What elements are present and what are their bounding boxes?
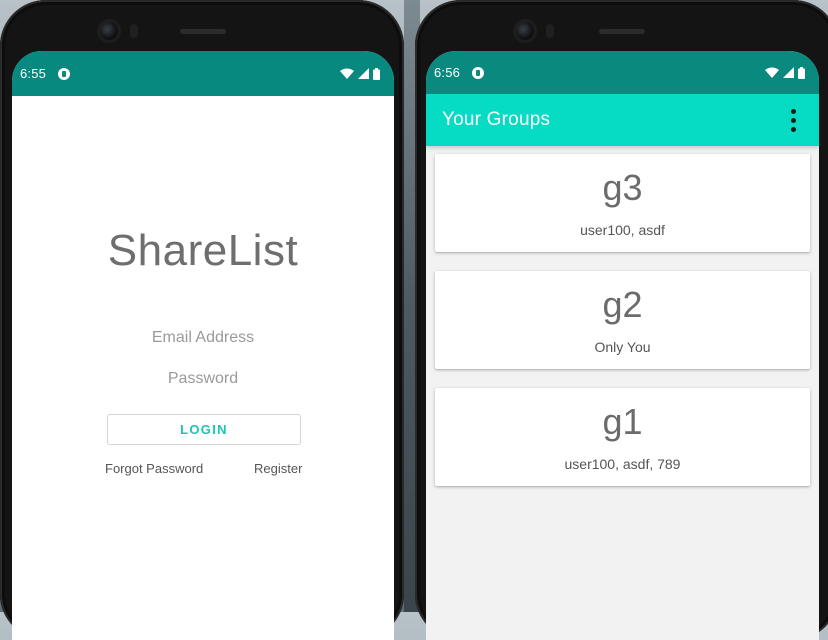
- groups-screen: 6:56 Your Groups g3 user100, asdf g2 Onl…: [426, 51, 819, 640]
- status-bar: 6:56: [426, 51, 819, 94]
- sensor: [546, 24, 554, 38]
- app-toolbar: Your Groups: [426, 94, 819, 146]
- status-time: 6:56: [434, 65, 461, 80]
- group-members: Only You: [594, 339, 651, 355]
- earpiece-speaker: [180, 29, 226, 34]
- group-card[interactable]: g2 Only You: [435, 271, 810, 369]
- group-members: user100, asdf: [580, 222, 665, 238]
- group-card[interactable]: g1 user100, asdf, 789: [435, 388, 810, 486]
- phone-frame-groups: 6:56 Your Groups g3 user100, asdf g2 Onl…: [415, 0, 828, 640]
- more-vert-icon[interactable]: [783, 105, 803, 135]
- status-bar: 6:55: [12, 51, 394, 96]
- forgot-password-link[interactable]: Forgot Password: [105, 461, 203, 476]
- front-camera: [100, 22, 118, 40]
- group-card[interactable]: g3 user100, asdf: [435, 154, 810, 252]
- phone-frame-login: 6:55 ShareList Email Address Password LO…: [0, 0, 404, 640]
- app-notification-icon: [472, 66, 485, 79]
- wifi-icon: [765, 67, 779, 78]
- app-title: ShareList: [107, 226, 299, 275]
- email-field[interactable]: Email Address: [12, 329, 394, 347]
- battery-icon: [373, 67, 380, 80]
- group-members: user100, asdf, 789: [564, 456, 681, 472]
- login-screen: 6:55 ShareList Email Address Password LO…: [12, 51, 394, 640]
- password-field[interactable]: Password: [12, 370, 394, 388]
- register-link[interactable]: Register: [254, 461, 302, 476]
- front-camera: [516, 22, 534, 40]
- cell-signal-icon: [358, 68, 369, 79]
- group-list: g3 user100, asdf g2 Only You g1 user100,…: [426, 146, 819, 513]
- cell-signal-icon: [783, 67, 794, 78]
- earpiece-speaker: [599, 29, 645, 34]
- group-name: g3: [602, 167, 643, 208]
- group-name: g2: [602, 284, 643, 325]
- toolbar-title: Your Groups: [442, 109, 551, 130]
- app-notification-icon: [58, 67, 71, 80]
- wifi-icon: [340, 68, 354, 79]
- sensor: [130, 24, 138, 38]
- group-name: g1: [602, 401, 643, 442]
- status-time: 6:55: [20, 66, 47, 81]
- battery-icon: [798, 66, 805, 79]
- login-button[interactable]: LOGIN: [107, 414, 301, 445]
